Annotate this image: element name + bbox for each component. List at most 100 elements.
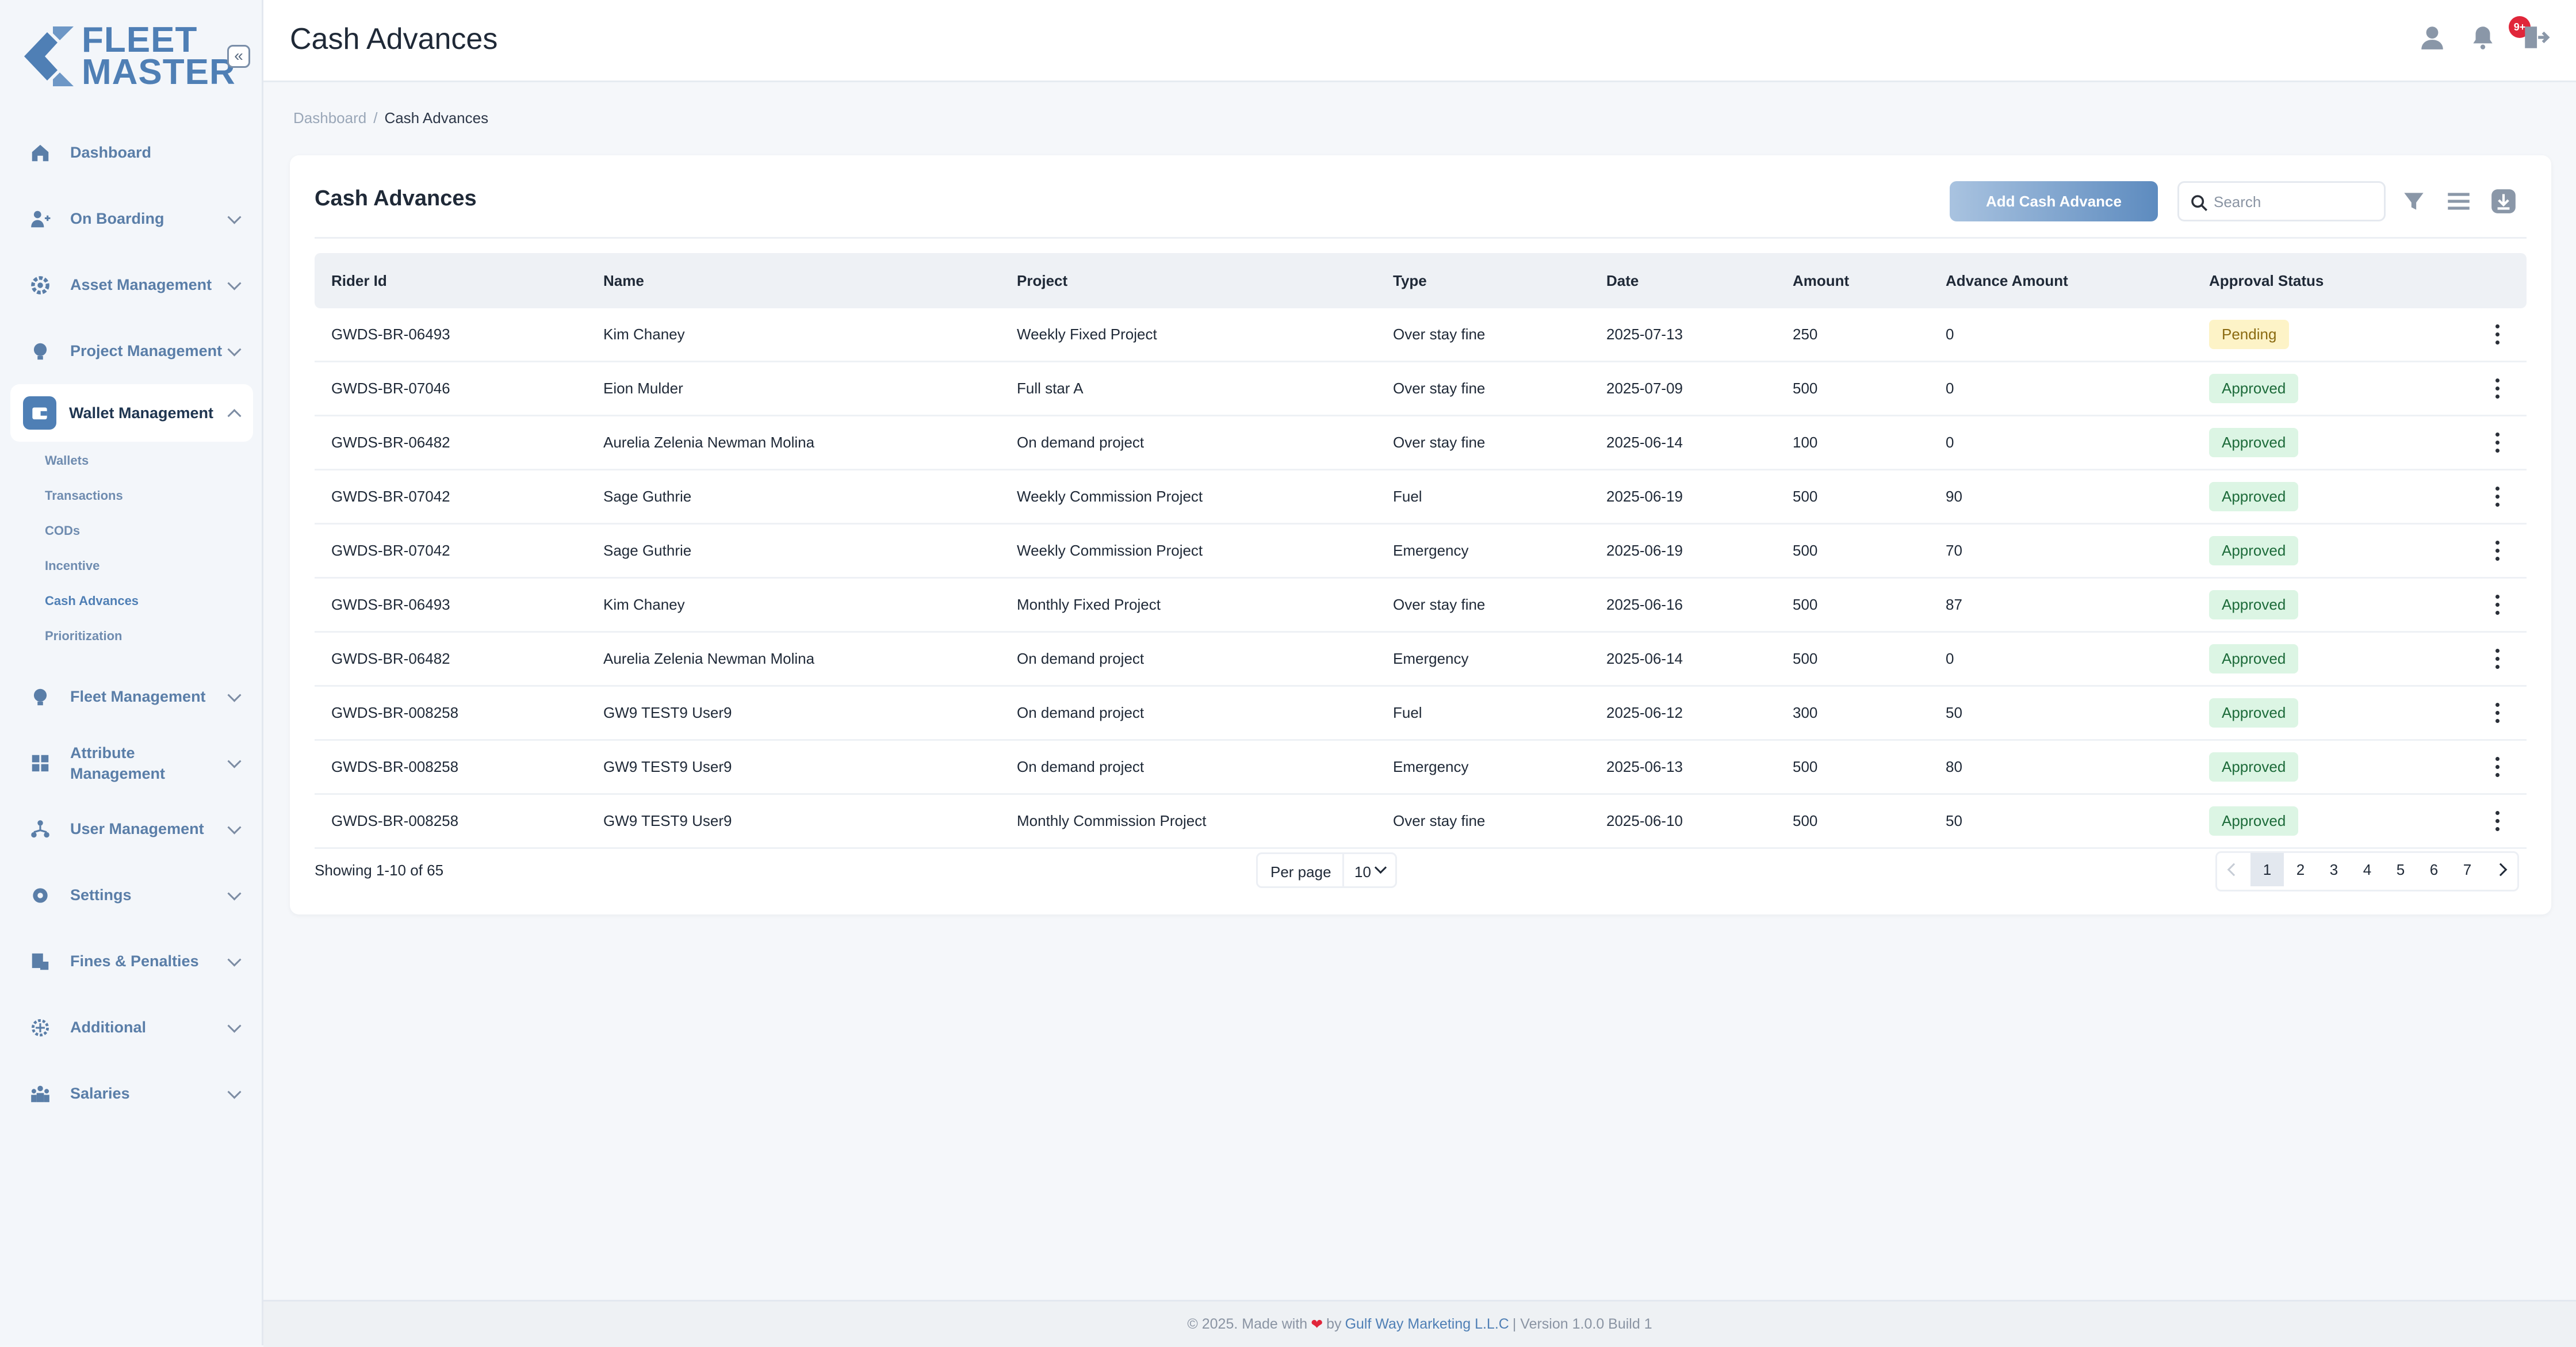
- page-button-3[interactable]: 3: [2317, 853, 2351, 886]
- sidebar-item-user-management[interactable]: User Management: [0, 796, 263, 862]
- footer-by: by: [1326, 1316, 1342, 1332]
- brand-logo[interactable]: FLEET MASTER: [24, 22, 235, 91]
- more-vertical-icon[interactable]: [2494, 703, 2500, 724]
- column-header-name[interactable]: Name: [603, 272, 644, 290]
- cell-advance-amount: 0: [1946, 650, 1954, 667]
- more-vertical-icon[interactable]: [2494, 487, 2500, 507]
- table-row[interactable]: GWDS-BR-008258 GW9 TEST9 User9 On demand p…: [315, 687, 2527, 741]
- more-vertical-icon[interactable]: [2494, 378, 2500, 399]
- column-header-approval-status[interactable]: Approval Status: [2209, 272, 2324, 290]
- next-page-button[interactable]: [2484, 853, 2517, 886]
- search-input[interactable]: [2213, 189, 2376, 215]
- cell-type: Emergency: [1393, 650, 1469, 667]
- company-link[interactable]: Gulf Way Marketing L.L.C: [1345, 1316, 1509, 1333]
- sidebar-item-additional[interactable]: Additional: [0, 994, 263, 1061]
- sidebar-item-asset-management[interactable]: Asset Management: [0, 252, 263, 318]
- download-icon[interactable]: [2489, 187, 2518, 216]
- table-row[interactable]: GWDS-BR-07046 Eion Mulder Full star A Over …: [315, 362, 2527, 416]
- more-vertical-icon[interactable]: [2494, 324, 2500, 345]
- page-button-6[interactable]: 6: [2417, 853, 2451, 886]
- bell-icon[interactable]: [2468, 23, 2497, 52]
- status-badge: Approved: [2209, 536, 2299, 565]
- more-vertical-icon[interactable]: [2494, 433, 2500, 453]
- submenu-item-cods[interactable]: CODs: [0, 513, 263, 548]
- table-row[interactable]: GWDS-BR-06493 Kim Chaney Monthly Fixed Pro…: [315, 579, 2527, 633]
- breadcrumb-home-link[interactable]: Dashboard: [293, 109, 366, 127]
- more-vertical-icon[interactable]: [2494, 757, 2500, 778]
- submenu-item-transactions[interactable]: Transactions: [0, 478, 263, 513]
- footer-version: | Version 1.0.0 Build 1: [1512, 1316, 1652, 1332]
- table-row[interactable]: GWDS-BR-06482 Aurelia Zelenia Newman Moli…: [315, 416, 2527, 470]
- cell-date: 2025-07-09: [1606, 380, 1683, 397]
- cell-advance-amount: 0: [1946, 326, 1954, 343]
- more-vertical-icon[interactable]: [2494, 595, 2500, 615]
- chevron-down-icon: [227, 886, 242, 901]
- sidebar-item-salaries[interactable]: Salaries: [0, 1061, 263, 1127]
- prev-page-button[interactable]: [2217, 853, 2250, 886]
- status-badge: Approved: [2209, 428, 2299, 457]
- page-button-1[interactable]: 1: [2250, 853, 2284, 886]
- cell-project: On demand project: [1017, 704, 1145, 721]
- page-button-5[interactable]: 5: [2384, 853, 2417, 886]
- table-row[interactable]: GWDS-BR-06493 Kim Chaney Weekly Fixed Proj…: [315, 308, 2527, 362]
- cell-approval-status: Pending: [2209, 320, 2290, 349]
- sidebar-item-project-management[interactable]: Project Management: [0, 318, 263, 384]
- table-row[interactable]: GWDS-BR-06482 Aurelia Zelenia Newman Moli…: [315, 633, 2527, 687]
- cell-amount: 500: [1793, 758, 1818, 775]
- column-header-advance-amount[interactable]: Advance Amount: [1946, 272, 2068, 290]
- filter-icon[interactable]: [2399, 187, 2428, 216]
- column-header-date[interactable]: Date: [1606, 272, 1639, 290]
- more-vertical-icon[interactable]: [2494, 649, 2500, 669]
- logout-icon[interactable]: [2521, 23, 2550, 52]
- cell-project: On demand project: [1017, 434, 1145, 451]
- sidebar-item-dashboard[interactable]: Dashboard: [0, 120, 263, 186]
- cell-rider-id: GWDS-BR-07042: [331, 542, 450, 559]
- column-header-rider-id[interactable]: Rider Id: [331, 272, 387, 290]
- sidebar-item-settings[interactable]: Settings: [0, 862, 263, 928]
- page-button-7[interactable]: 7: [2451, 853, 2484, 886]
- breadcrumb: Dashboard / Cash Advances: [293, 109, 488, 127]
- sidebar-item-attribute-management[interactable]: Attribute Management: [0, 730, 263, 796]
- more-vertical-icon[interactable]: [2494, 811, 2500, 832]
- user-profile-icon[interactable]: [2418, 23, 2447, 52]
- table-row[interactable]: GWDS-BR-07042 Sage Guthrie Weekly Commissi…: [315, 470, 2527, 525]
- table-body: GWDS-BR-06493 Kim Chaney Weekly Fixed Proj…: [315, 308, 2527, 849]
- submenu-item-prioritization[interactable]: Prioritization: [0, 618, 263, 653]
- sidebar-item-wallet-management[interactable]: Wallet Management: [10, 384, 253, 442]
- column-header-type[interactable]: Type: [1393, 272, 1427, 290]
- chevron-down-icon: [227, 276, 242, 290]
- add-cash-advance-button[interactable]: Add Cash Advance: [1950, 181, 2158, 221]
- chevron-down-icon: [1374, 861, 1387, 874]
- page-button-4[interactable]: 4: [2351, 853, 2384, 886]
- cell-rider-id: GWDS-BR-06482: [331, 650, 450, 667]
- per-page-select[interactable]: Per page 10: [1256, 852, 1397, 888]
- double-chevron-left-icon: «: [234, 47, 243, 64]
- column-header-amount[interactable]: Amount: [1793, 272, 1849, 290]
- cash-advances-table: Rider Id Name Project Type Date Amount A…: [315, 253, 2527, 849]
- more-vertical-icon[interactable]: [2494, 541, 2500, 561]
- cell-name: Eion Mulder: [603, 380, 683, 397]
- status-badge: Approved: [2209, 752, 2299, 782]
- sidebar-item-fines-penalties[interactable]: Fines & Penalties: [0, 928, 263, 994]
- sidebar-item-label: Wallet Management: [69, 404, 214, 422]
- submenu-item-incentive[interactable]: Incentive: [0, 548, 263, 583]
- page-button-2[interactable]: 2: [2284, 853, 2317, 886]
- collapse-sidebar-button[interactable]: «: [227, 45, 250, 68]
- column-header-project[interactable]: Project: [1017, 272, 1067, 290]
- chevron-up-icon: [227, 409, 242, 423]
- cell-advance-amount: 80: [1946, 758, 1962, 775]
- table-row[interactable]: GWDS-BR-008258 GW9 TEST9 User9 Monthly Com…: [315, 795, 2527, 849]
- chevron-down-icon: [227, 952, 242, 967]
- sidebar-item-on-boarding[interactable]: On Boarding: [0, 186, 263, 252]
- list-view-icon[interactable]: [2444, 187, 2473, 216]
- table-row[interactable]: GWDS-BR-07042 Sage Guthrie Weekly Commissi…: [315, 525, 2527, 579]
- submenu-item-wallets[interactable]: Wallets: [0, 443, 263, 478]
- sidebar-item-label: Attribute Management: [70, 743, 165, 784]
- sidebar-item-fleet-management[interactable]: Fleet Management: [0, 664, 263, 730]
- submenu-item-cash-advances[interactable]: Cash Advances: [0, 583, 263, 618]
- page-footer: © 2025. Made with ❤ by Gulf Way Marketin…: [263, 1300, 2576, 1347]
- table-row[interactable]: GWDS-BR-008258 GW9 TEST9 User9 On demand p…: [315, 741, 2527, 795]
- search-box[interactable]: [2177, 181, 2386, 221]
- cell-approval-status: Approved: [2209, 482, 2299, 511]
- cell-project: On demand project: [1017, 758, 1145, 775]
